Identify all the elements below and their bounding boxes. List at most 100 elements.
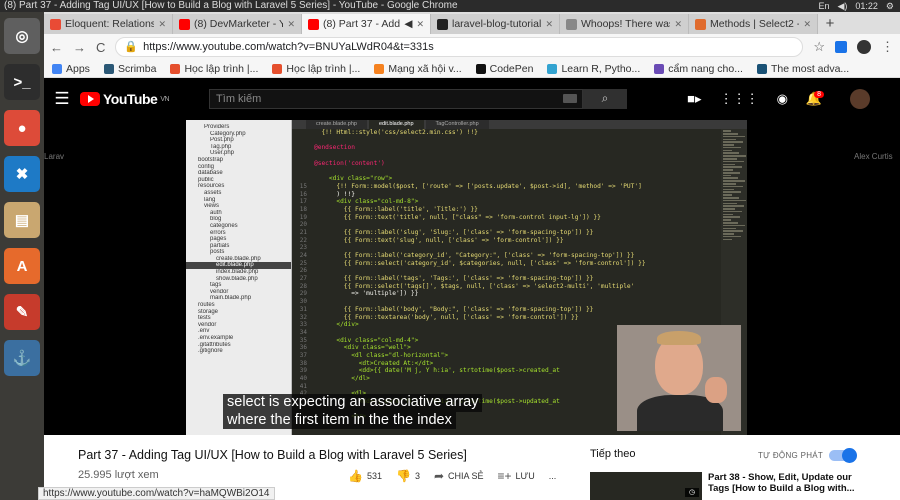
line-number: 34 [299,328,307,336]
more-actions-button[interactable]: ... [549,471,557,481]
line-number: 33 [299,321,307,329]
file-tree-item: User.php [210,150,235,157]
bookmark-favicon-icon [374,63,385,74]
keyboard-icon[interactable] [563,94,578,103]
close-tab-icon[interactable]: ✕ [158,14,166,34]
line-number [292,160,307,168]
tab-audio-icon[interactable]: ◀ [404,14,412,34]
forward-button[interactable]: → [73,40,86,55]
video-player[interactable]: Providers Category.php Post.php Tag.php User… [186,120,747,435]
bookmark-item[interactable]: cẩm nang cho... [654,63,743,75]
close-tab-icon[interactable]: ✕ [287,14,295,34]
next-video-title[interactable]: Part 38 - Show, Edit, Update our Tags [H… [708,472,858,494]
browser-tab[interactable]: Eloquent: Relations ✕ [44,14,173,34]
browser-tab[interactable]: Methods | Select2 - T ✕ [689,14,818,34]
code-line: {!! Html::style('css/select2.min.css') !… [314,129,478,136]
file-tree-item: Tag.php [210,143,232,150]
extension-icon[interactable] [835,41,847,53]
settings-icon[interactable]: ✎ [4,294,40,330]
profile-avatar[interactable] [857,40,871,54]
mysql-workbench-icon[interactable]: ⚓ [4,340,40,376]
bookmark-item[interactable]: Mạng xã hội v... [374,63,462,75]
file-tree-item: create.blade.php [216,255,261,262]
chrome-menu-icon[interactable]: ⋮ [881,39,894,55]
keyboard-layout[interactable]: En [818,0,829,12]
search-button[interactable]: ⌕ [583,89,628,109]
editor-tab: edit.blade.php [368,120,424,129]
dislike-button[interactable]: 👎 3 [396,469,420,483]
clock[interactable]: 01:22 [855,0,878,12]
line-number: 16 [299,190,307,198]
bookmark-item[interactable]: Học lập trình |... [272,63,360,75]
ubuntu-dash-icon[interactable]: ◎ [4,18,40,54]
video-title: Part 37 - Adding Tag UI/UX [How to Build… [78,448,467,462]
tab-label: Eloquent: Relations [65,18,155,30]
thumbs-down-icon: 👎 [395,469,411,483]
watch-later-icon[interactable]: ◷ [685,488,699,497]
user-avatar[interactable] [850,89,870,109]
bookmark-item[interactable]: Learn R, Pytho... [547,63,640,75]
hamburger-menu-icon[interactable]: ☰ [44,89,80,109]
bookmark-item[interactable]: Scrimba [103,63,156,75]
browser-tab[interactable]: laravel-blog-tutorial ✕ [431,14,560,34]
save-label: LƯU [515,471,535,481]
line-number [292,137,307,145]
upload-video-icon[interactable]: ■▸ [687,91,701,107]
volume-icon[interactable]: ◀) [837,0,847,12]
file-tree-item: .gitignore [198,348,223,355]
chrome-icon[interactable]: ● [4,110,40,146]
messages-icon[interactable]: ◉ [777,91,788,107]
reload-button[interactable]: C [96,40,105,55]
code-line: <div class="row"> [314,175,393,183]
terminal-icon[interactable]: >_ [4,64,40,100]
bookmark-star-icon[interactable]: ☆ [813,39,825,55]
power-icon[interactable]: ⚙ [886,0,894,12]
files-icon[interactable]: ▤ [4,202,40,238]
new-tab-button[interactable]: + [818,14,842,34]
logo-text: YouTube [103,91,158,107]
youtube-logo[interactable]: YouTube VN [80,91,170,107]
apps-grid-icon[interactable]: ⋮⋮⋮ [720,91,759,107]
file-tree-item: auth [210,209,222,216]
notification-count: 8 [814,91,824,98]
back-button[interactable]: ← [50,40,63,55]
code-line: ) !!} [314,190,355,198]
file-tree-item: public [198,176,214,183]
bookmark-item[interactable]: CodePen [475,63,533,75]
browser-tab[interactable]: Whoops! There was ✕ [560,14,689,34]
search-input[interactable]: Tìm kiếm [209,89,584,109]
software-center-icon[interactable]: A [4,248,40,284]
next-video-thumbnail[interactable]: ◷ [590,472,702,500]
file-tree-item: lang [204,196,216,203]
close-tab-icon[interactable]: ✕ [674,14,682,34]
code-line: {{ Form::select('category_id', $categori… [314,259,646,267]
editor-tabs: create.blade.php edit.blade.php TagControl… [292,120,747,129]
autoplay-toggle[interactable] [829,448,858,463]
code-line: {{ Form::label('body', "Body:", ['class'… [314,305,594,313]
browser-tab[interactable]: (8) DevMarketer - Yo ✕ [173,14,302,34]
browser-tab[interactable]: (8) Part 37 - Addi ◀ ✕ [302,14,431,34]
bookmark-label: Learn R, Pytho... [561,62,641,75]
bookmark-favicon-icon [272,63,283,74]
file-tree-item: posts [210,249,225,256]
bookmark-item[interactable]: Apps [52,63,90,75]
header-actions: ■▸ ⋮⋮⋮ ◉ 🔔8 [687,89,900,109]
tab-label: Whoops! There was [581,18,671,30]
save-button[interactable]: ≡+ LƯU [498,469,535,483]
url-input[interactable]: 🔒 https://www.youtube.com/watch?v=BNUYaLW… [115,37,804,57]
bookmark-item[interactable]: The most adva... [756,63,849,75]
close-tab-icon[interactable]: ✕ [803,14,811,34]
vscode-icon[interactable]: ✖ [4,156,40,192]
line-number: 35 [299,336,307,344]
close-tab-icon[interactable]: ✕ [416,14,424,34]
code-line: {!! Form::model($post, ['route' => ['pos… [314,182,642,190]
close-tab-icon[interactable]: ✕ [545,14,553,34]
notifications-icon[interactable]: 🔔8 [806,91,832,107]
like-button[interactable]: 👍 531 [348,469,382,483]
share-button[interactable]: ➦ CHIA SẺ [434,469,484,483]
file-tree-item: .env.example [198,335,234,341]
bookmark-item[interactable]: Học lập trình |... [170,63,258,75]
window-title: (8) Part 37 - Adding Tag UI/UX [How to B… [4,0,458,11]
line-number: 27 [299,275,307,283]
tab-favicon-icon [50,18,61,30]
